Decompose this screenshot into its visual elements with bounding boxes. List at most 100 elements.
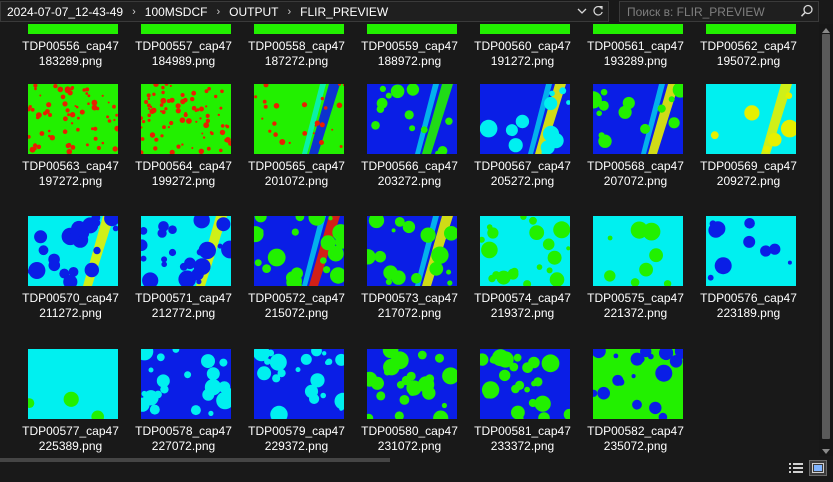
file-grid: TDP00556_cap47 183289.png TDP00557_cap47 18… [0, 24, 819, 456]
thumbnail-image[interactable] [28, 24, 118, 34]
file-name-line1: TDP00565_cap47 [248, 159, 345, 173]
thumbnail-image[interactable] [480, 349, 570, 419]
file-name-line1: TDP00581_cap47 [474, 424, 571, 438]
details-view-icon [789, 463, 803, 473]
thumbnail-image[interactable] [593, 349, 683, 419]
file-name-line1: TDP00579_cap47 [248, 424, 345, 438]
file-name-line1: TDP00566_cap47 [361, 159, 458, 173]
file-name-line1: TDP00564_cap47 [135, 159, 232, 173]
file-name-line2: 231072.png [377, 439, 442, 453]
file-name-line2: 211272.png [39, 306, 102, 320]
chevron-right-icon[interactable]: › [216, 6, 220, 18]
thumbnail-image[interactable] [593, 24, 683, 34]
large-icons-view-button[interactable] [809, 460, 827, 476]
file-name-line1: TDP00571_cap47 [135, 291, 232, 305]
thumbnail-image[interactable] [593, 84, 683, 154]
scroll-up-icon[interactable] [822, 26, 830, 34]
search-icon[interactable] [800, 4, 814, 21]
search-input[interactable] [627, 4, 787, 19]
file-name-line1: TDP00577_cap47 [22, 424, 119, 438]
file-name-line1: TDP00561_cap47 [587, 39, 684, 53]
breadcrumb-item-flir-preview[interactable]: FLIR_PREVIEW [300, 5, 388, 19]
file-name-line1: TDP00559_cap47 [361, 39, 458, 53]
file-name-line1: TDP00574_cap47 [474, 291, 571, 305]
file-name-line1: TDP00563_cap47 [22, 159, 119, 173]
chevron-down-icon[interactable] [574, 1, 590, 21]
file-name-line1: TDP00570_cap47 [22, 291, 119, 305]
file-name-line2: 227072.png [151, 439, 216, 453]
file-name-line2: 187272.png [264, 54, 329, 68]
breadcrumb-item-date-folder[interactable]: 2024-07-07_12-43-49 [7, 5, 123, 19]
file-name-line2: 197272.png [38, 174, 103, 188]
file-name-line1: TDP00567_cap47 [474, 159, 571, 173]
file-name-line2: 223189.png [716, 306, 781, 320]
file-name-line1: TDP00557_cap47 [135, 39, 232, 53]
search-box[interactable] [619, 1, 819, 22]
thumbnail-image[interactable] [367, 349, 457, 419]
file-name-line1: TDP00578_cap47 [135, 424, 232, 438]
file-name-line1: TDP00582_cap47 [587, 424, 684, 438]
thumbnail-image[interactable] [367, 84, 457, 154]
thumbnail-image[interactable] [141, 349, 231, 419]
breadcrumb-item-100msdcf[interactable]: 100MSDCF [145, 5, 208, 19]
thumbnail-image[interactable] [254, 216, 344, 286]
file-name-line2: 205272.png [490, 174, 555, 188]
file-name-line1: TDP00569_cap47 [700, 159, 797, 173]
file-name-line2: 188972.png [377, 54, 442, 68]
thumbnail-image[interactable] [141, 24, 231, 34]
file-name-line2: 209272.png [716, 174, 781, 188]
thumbnail-image[interactable] [367, 216, 457, 286]
thumbnail-image[interactable] [480, 84, 570, 154]
file-name-line2: 212772.png [151, 306, 216, 320]
thumbnail-image[interactable] [141, 216, 231, 286]
file-name-line2: 217072.png [377, 306, 442, 320]
thumbnail-image[interactable] [593, 216, 683, 286]
file-name-line1: TDP00573_cap47 [361, 291, 458, 305]
large-icons-view-icon [812, 463, 824, 473]
breadcrumb-item-output[interactable]: OUTPUT [229, 5, 278, 19]
thumbnail-image[interactable] [254, 84, 344, 154]
file-name-line1: TDP00572_cap47 [248, 291, 345, 305]
thumbnail-image[interactable] [706, 84, 796, 154]
address-bar-area: 2024-07-07_12-43-49 › 100MSDCF › OUTPUT … [0, 0, 833, 24]
file-name-line2: 219372.png [490, 306, 555, 320]
file-name-line2: 201072.png [264, 174, 329, 188]
file-name-line1: TDP00556_cap47 [22, 39, 119, 53]
thumbnail-image[interactable] [254, 349, 344, 419]
file-name-line2: 191272.png [490, 54, 555, 68]
thumbnail-image[interactable] [254, 24, 344, 34]
scrollbar-thumb[interactable] [822, 34, 830, 439]
file-name-line2: 235072.png [603, 439, 668, 453]
chevron-right-icon[interactable]: › [132, 6, 136, 18]
breadcrumb[interactable]: 2024-07-07_12-43-49 › 100MSDCF › OUTPUT … [0, 1, 609, 22]
file-name-line1: TDP00576_cap47 [700, 291, 797, 305]
chevron-right-icon[interactable]: › [287, 6, 291, 18]
thumbnail-image[interactable] [28, 84, 118, 154]
thumbnail-image[interactable] [28, 349, 118, 419]
file-name-line2: 193289.png [603, 54, 668, 68]
file-name-line2: 195072.png [716, 54, 781, 68]
thumbnail-image[interactable] [28, 216, 118, 286]
scroll-down-icon[interactable] [822, 448, 830, 456]
thumbnail-image[interactable] [141, 84, 231, 154]
file-name-line2: 221372.png [603, 306, 668, 320]
file-name-line1: TDP00558_cap47 [248, 39, 345, 53]
file-name-line1: TDP00560_cap47 [474, 39, 571, 53]
file-name-line2: 184989.png [151, 54, 216, 68]
file-name-line2: 183289.png [38, 54, 103, 68]
file-name-line2: 233372.png [490, 439, 555, 453]
file-name-line1: TDP00580_cap47 [361, 424, 458, 438]
thumbnail-image[interactable] [706, 24, 796, 34]
horizontal-scroll-track[interactable] [0, 458, 390, 462]
thumbnail-image[interactable] [367, 24, 457, 34]
vertical-scrollbar[interactable] [819, 24, 833, 456]
file-name-line1: TDP00575_cap47 [587, 291, 684, 305]
file-name-line2: 199272.png [151, 174, 216, 188]
thumbnail-image[interactable] [480, 24, 570, 34]
refresh-icon[interactable] [590, 1, 606, 21]
thumbnail-image[interactable] [706, 216, 796, 286]
thumbnail-image[interactable] [480, 216, 570, 286]
details-view-button[interactable] [787, 460, 805, 476]
file-name-line2: 229372.png [264, 439, 329, 453]
file-name-line2: 215072.png [264, 306, 329, 320]
